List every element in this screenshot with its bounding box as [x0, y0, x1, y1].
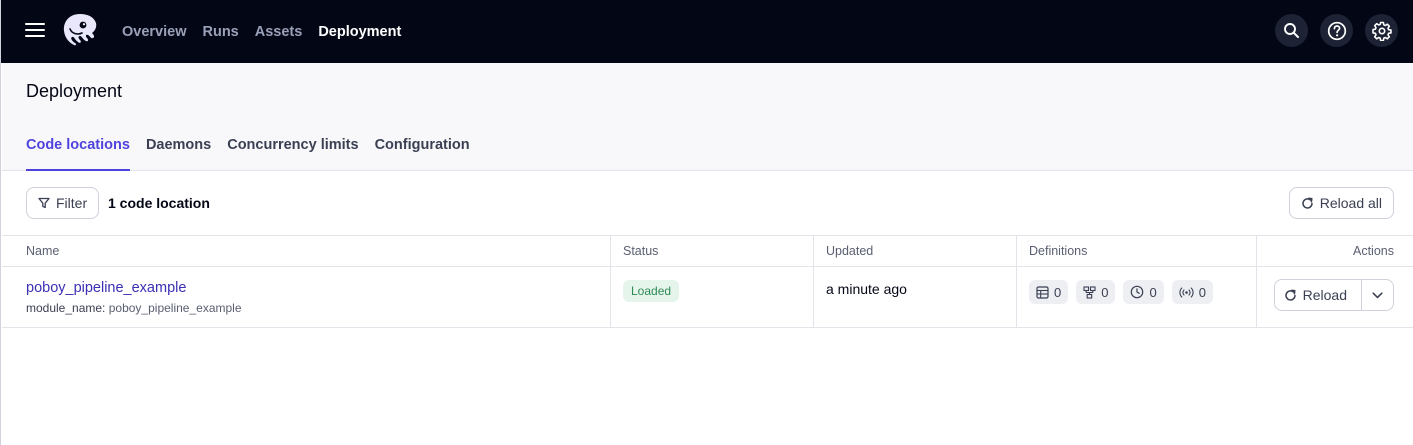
tab-code-locations[interactable]: Code locations	[26, 129, 130, 171]
sensors-count-chip[interactable]: 0	[1171, 280, 1213, 304]
reload-all-button[interactable]: Reload all	[1288, 187, 1394, 219]
code-location-link[interactable]: poboy_pipeline_example	[26, 280, 598, 296]
status-badge: Loaded	[623, 280, 680, 302]
page-title: Deployment	[26, 81, 123, 101]
schedules-count-chip[interactable]: 0	[1123, 280, 1164, 304]
cell-definitions: 0 0 0 0	[1017, 267, 1257, 327]
reload-split-button: Reload	[1273, 279, 1394, 311]
nav-overview[interactable]: Overview	[122, 24, 187, 40]
cell-status: Loaded	[611, 267, 814, 327]
asset-table-icon	[1036, 285, 1049, 299]
reload-button[interactable]: Reload	[1275, 280, 1362, 310]
column-header-updated: Updated	[814, 236, 1017, 266]
table-row: poboy_pipeline_example module_name: pobo…	[2, 267, 1413, 328]
table-header: Name Status Updated Definitions Actions	[2, 236, 1413, 267]
deployment-tabs: Code locations Daemons Concurrency limit…	[26, 129, 470, 171]
sensors-count: 0	[1198, 284, 1206, 300]
jobs-count: 0	[1101, 284, 1109, 300]
cell-name: poboy_pipeline_example module_name: pobo…	[2, 267, 611, 327]
top-navigation-bar: Overview Runs Assets Deployment	[1, 0, 1413, 63]
top-icon-group	[1275, 14, 1398, 47]
job-graph-icon	[1083, 285, 1096, 299]
code-locations-toolbar: Filter 1 code location Reload all	[2, 171, 1413, 236]
sensor-icon	[1179, 286, 1194, 298]
reload-button-label: Reload	[1302, 287, 1347, 303]
help-icon	[1327, 21, 1346, 40]
schedule-clock-icon	[1131, 285, 1144, 299]
refresh-icon	[1301, 197, 1313, 209]
dagster-logo-icon[interactable]	[60, 12, 100, 50]
cell-updated: a minute ago	[814, 267, 1017, 327]
column-header-definitions: Definitions	[1017, 236, 1257, 266]
help-button[interactable]	[1320, 14, 1353, 47]
tab-configuration[interactable]: Configuration	[375, 129, 470, 171]
assets-count: 0	[1054, 284, 1062, 300]
search-icon	[1284, 23, 1299, 38]
search-button[interactable]	[1275, 14, 1308, 47]
hamburger-menu-icon[interactable]	[25, 21, 47, 41]
column-header-status: Status	[611, 236, 814, 266]
code-locations-table: Name Status Updated Definitions Actions …	[2, 236, 1413, 328]
main-nav: Overview Runs Assets Deployment	[122, 0, 401, 63]
metadata-value: poboy_pipeline_example	[108, 301, 242, 315]
nav-deployment[interactable]: Deployment	[318, 24, 401, 40]
updated-timestamp: a minute ago	[826, 281, 907, 297]
metadata-key: module_name:	[26, 301, 106, 315]
column-header-name: Name	[2, 236, 611, 266]
tab-daemons[interactable]: Daemons	[146, 129, 211, 171]
page-header: Deployment Code locations Daemons Concur…	[2, 63, 1413, 171]
column-header-actions: Actions	[1353, 244, 1394, 258]
chevron-down-icon	[1372, 291, 1383, 298]
settings-button[interactable]	[1365, 14, 1398, 47]
reload-all-label: Reload all	[1319, 195, 1382, 211]
tab-concurrency-limits[interactable]: Concurrency limits	[227, 129, 358, 171]
schedules-count: 0	[1149, 284, 1157, 300]
filter-button-label: Filter	[56, 195, 88, 211]
cell-actions: Reload	[1257, 267, 1413, 327]
reload-menu-toggle[interactable]	[1362, 280, 1393, 310]
gear-icon	[1371, 21, 1392, 41]
definitions-list: 0 0 0 0	[1029, 280, 1244, 304]
code-location-metadata: module_name: poboy_pipeline_example	[26, 301, 598, 315]
nav-runs[interactable]: Runs	[203, 24, 239, 40]
filter-button[interactable]: Filter	[26, 187, 100, 219]
nav-assets[interactable]: Assets	[255, 24, 303, 40]
refresh-icon	[1284, 289, 1296, 301]
filter-icon	[38, 197, 50, 209]
jobs-count-chip[interactable]: 0	[1076, 280, 1116, 304]
assets-count-chip[interactable]: 0	[1029, 280, 1069, 304]
code-location-count: 1 code location	[108, 195, 210, 211]
